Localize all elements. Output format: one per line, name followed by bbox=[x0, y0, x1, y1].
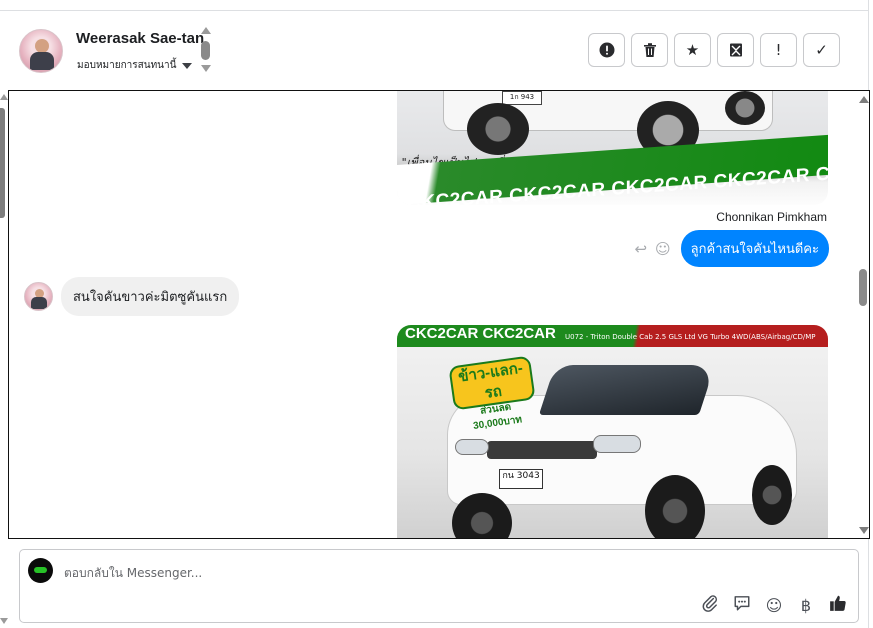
truck-ad-image-2[interactable]: CKC2CAR CKC2CAR U072 - Triton Double Cab… bbox=[397, 325, 828, 538]
avatar-body bbox=[30, 52, 54, 70]
smiley-icon[interactable]: ☺ bbox=[655, 240, 671, 258]
trash-icon bbox=[643, 43, 656, 57]
truck-ad-image-1[interactable]: 1ก 943 "เพื่อนไขเป็นไปตามที่บริษัทฯ กำหน… bbox=[397, 91, 828, 205]
message-tools: ↩ ☺ bbox=[634, 240, 670, 258]
wheel bbox=[725, 91, 765, 125]
license-plate: 1ก 943 bbox=[502, 91, 542, 105]
sender-name: Chonnikan Pimkham bbox=[716, 210, 827, 224]
like-icon bbox=[830, 595, 846, 611]
reply-composer[interactable]: ตอบกลับใน Messenger... ☺ ฿ bbox=[19, 549, 859, 623]
outgoing-bubble[interactable]: ลูกค้าสนใจคันไหนดีคะ bbox=[680, 230, 829, 267]
check-icon: ✓ bbox=[815, 41, 828, 59]
thread-scrollbar[interactable] bbox=[858, 91, 869, 538]
emoji-icon[interactable]: ☺ bbox=[764, 596, 784, 615]
avatar-body bbox=[31, 297, 47, 309]
brand-strip: CKC2CAR CKC2CAR bbox=[405, 325, 556, 342]
exclamation-icon: ! bbox=[775, 41, 782, 59]
paperclip-icon bbox=[702, 595, 717, 612]
model-line: U072 - Triton Double Cab 2.5 GLS Ltd VG … bbox=[565, 333, 816, 341]
thumbs-up-icon[interactable] bbox=[828, 594, 848, 616]
saved-replies-icon[interactable] bbox=[732, 594, 752, 616]
wheel bbox=[467, 103, 529, 155]
message-thread[interactable]: 1ก 943 "เพื่อนไขเป็นไปตามที่บริษัทฯ กำหน… bbox=[8, 90, 870, 539]
left-scroll-up-icon[interactable] bbox=[0, 94, 8, 100]
contact-avatar[interactable] bbox=[19, 29, 63, 73]
incoming-avatar[interactable] bbox=[24, 282, 53, 311]
chat-bubble-icon bbox=[734, 596, 750, 611]
tyre bbox=[752, 465, 792, 525]
caret-down-icon bbox=[182, 62, 193, 69]
delete-button[interactable] bbox=[631, 33, 668, 67]
scroll-thumb[interactable] bbox=[859, 269, 867, 306]
reply-input[interactable]: ตอบกลับใน Messenger... bbox=[64, 564, 202, 583]
baht-icon[interactable]: ฿ bbox=[796, 596, 816, 615]
exclamation-circle-icon bbox=[599, 42, 614, 58]
scroll-up-icon[interactable] bbox=[201, 27, 211, 34]
license-plate: กน 3043 bbox=[499, 469, 543, 489]
tyre bbox=[645, 475, 705, 538]
car-logo-icon bbox=[34, 567, 47, 573]
important-button[interactable]: ! bbox=[760, 33, 797, 67]
star-icon: ★ bbox=[685, 41, 700, 59]
page-avatar bbox=[28, 558, 53, 583]
incoming-message: สนใจคันขาวค่ะมิตซูคันแรก bbox=[24, 277, 240, 316]
scroll-down-icon[interactable] bbox=[201, 65, 211, 72]
contact-name[interactable]: Weerasak Sae-tan bbox=[76, 30, 204, 47]
composer-tools: ☺ ฿ bbox=[700, 594, 848, 616]
headlamp bbox=[455, 439, 489, 455]
attachment-icon[interactable] bbox=[700, 594, 720, 616]
assign-dropdown[interactable]: มอบหมายการสนทนานี้ bbox=[77, 58, 193, 73]
archive-button[interactable] bbox=[717, 33, 754, 67]
incoming-bubble[interactable]: สนใจคันขาวค่ะมิตซูคันแรก bbox=[61, 277, 240, 316]
left-scrollbar-thumb[interactable] bbox=[0, 108, 5, 218]
headlamp bbox=[593, 435, 641, 453]
header-actions: ★ ! ✓ bbox=[588, 33, 840, 67]
avatar-face bbox=[35, 39, 49, 53]
scroll-up-icon[interactable] bbox=[859, 96, 869, 103]
outgoing-message: ↩ ☺ ลูกค้าสนใจคันไหนดีคะ bbox=[634, 230, 829, 267]
star-button[interactable]: ★ bbox=[674, 33, 711, 67]
assign-label: มอบหมายการสนทนานี้ bbox=[77, 60, 177, 71]
windshield bbox=[538, 365, 716, 415]
reply-icon[interactable]: ↩ bbox=[634, 240, 647, 258]
left-scroll-down-icon[interactable] bbox=[0, 618, 8, 624]
report-button[interactable] bbox=[588, 33, 625, 67]
grille bbox=[487, 441, 597, 459]
scroll-down-icon[interactable] bbox=[859, 527, 869, 534]
archive-icon bbox=[729, 43, 742, 57]
promo-badge: ข้าว-แลก-รถ ส่วนลด 30,000บาท bbox=[448, 355, 536, 432]
conversation-header: Weerasak Sae-tan มอบหมายการสนทนานี้ ★ ! … bbox=[0, 11, 868, 89]
done-button[interactable]: ✓ bbox=[803, 33, 840, 67]
header-scrollbar[interactable] bbox=[200, 27, 212, 75]
scroll-thumb[interactable] bbox=[201, 41, 210, 60]
